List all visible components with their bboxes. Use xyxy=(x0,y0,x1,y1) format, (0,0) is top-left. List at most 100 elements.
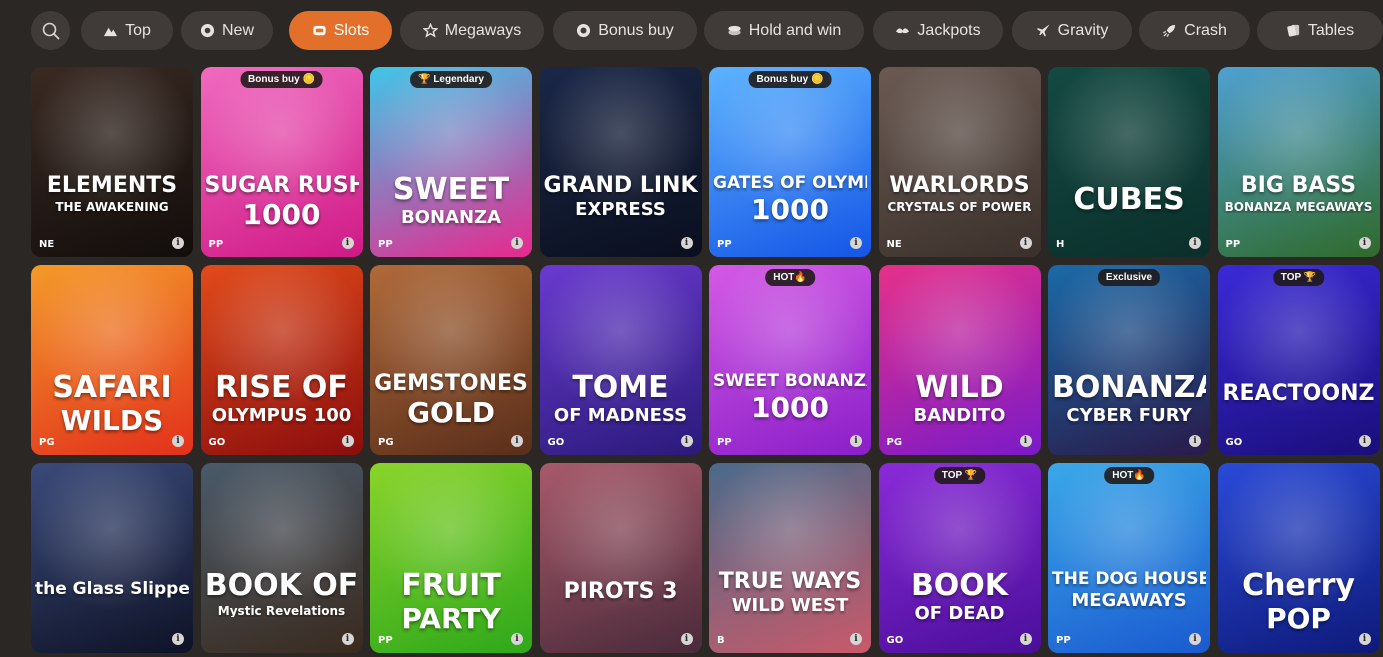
tab-gravity[interactable]: Gravity xyxy=(1012,11,1132,50)
tab-crash[interactable]: Crash xyxy=(1139,11,1250,50)
info-icon[interactable]: i xyxy=(850,633,862,645)
provider-logo: PP xyxy=(1056,635,1071,646)
info-icon[interactable]: i xyxy=(341,435,354,447)
cards-icon xyxy=(1286,23,1301,38)
info-icon[interactable]: i xyxy=(680,237,693,249)
tab-new[interactable]: New xyxy=(181,11,273,50)
game-artwork xyxy=(200,265,363,455)
game-tile[interactable]: BIG BASS BONANZA MEGAWAYS PP i xyxy=(1217,67,1380,257)
game-artwork xyxy=(878,67,1041,257)
info-icon[interactable]: i xyxy=(1358,237,1371,249)
tab-label: Gravity xyxy=(1057,21,1109,39)
game-tile[interactable]: TOME OF MADNESS GO i xyxy=(539,265,702,455)
provider-logo: B xyxy=(717,635,725,646)
tab-tables[interactable]: Tables xyxy=(1257,11,1383,50)
game-title: SWEET BONANZA xyxy=(713,373,867,390)
game-artwork xyxy=(709,67,871,257)
game-subtitle: MEGAWAYS xyxy=(1071,592,1187,610)
game-title: BOOK OF xyxy=(204,571,359,601)
info-icon[interactable]: i xyxy=(680,435,693,447)
game-title: CUBES xyxy=(1073,185,1185,215)
game-tile[interactable]: WARLORDS CRYSTALS OF POWER NE i xyxy=(878,67,1041,257)
game-badge: TOP 🏆 xyxy=(933,467,986,484)
info-icon[interactable]: i xyxy=(511,633,523,645)
tab-top[interactable]: Top xyxy=(81,11,173,50)
info-icon[interactable]: i xyxy=(1358,633,1371,645)
game-tile[interactable]: BOOK OF Mystic Revelations i xyxy=(200,463,363,653)
provider-logo: PG xyxy=(39,437,55,448)
rocket-icon xyxy=(1162,23,1177,38)
money-wings-icon xyxy=(895,23,910,38)
game-title: PIROTS 3 xyxy=(563,581,678,603)
game-tile[interactable]: GATES OF OLYMPUS 1000 Bonus buy 🪙 PP i xyxy=(709,67,871,257)
game-tile[interactable]: THE DOG HOUSE MEGAWAYS HOT🔥 PP i xyxy=(1048,463,1210,653)
provider-logo: NE xyxy=(39,239,55,250)
game-tile[interactable]: BONANZA CYBER FURY Exclusive i xyxy=(1048,265,1210,455)
info-icon[interactable]: i xyxy=(511,237,523,249)
game-title: GEMSTONES xyxy=(374,373,528,395)
info-icon[interactable]: i xyxy=(1189,237,1201,249)
coin-icon xyxy=(576,23,591,38)
tab-jackpots[interactable]: Jackpots xyxy=(873,11,1003,50)
info-icon[interactable]: i xyxy=(1019,435,1032,447)
info-icon[interactable]: i xyxy=(341,237,354,249)
game-tile[interactable]: PIROTS 3 i xyxy=(539,463,702,653)
game-tile[interactable]: GRAND LINK EXPRESS i xyxy=(539,67,702,257)
info-icon[interactable]: i xyxy=(680,633,693,645)
info-icon[interactable]: i xyxy=(850,237,862,249)
game-tile[interactable]: SWEET BONANZA 🏆 Legendary PP i xyxy=(370,67,532,257)
tab-label: Megaways xyxy=(444,21,522,39)
game-title: REACTOONZ xyxy=(1222,383,1375,405)
game-title: SWEET xyxy=(392,175,510,205)
game-tile[interactable]: ELEMENTS THE AWAKENING NE i xyxy=(31,67,193,257)
game-tile[interactable]: SAFARI WILDS PG i xyxy=(31,265,193,455)
info-icon[interactable]: i xyxy=(1189,633,1201,645)
info-icon[interactable]: i xyxy=(1358,435,1371,447)
provider-logo: PP xyxy=(717,437,732,448)
game-subtitle: 1000 xyxy=(751,394,829,422)
info-icon[interactable]: i xyxy=(341,633,354,645)
provider-logo: NE xyxy=(886,239,902,250)
info-icon[interactable]: i xyxy=(172,237,184,249)
tab-bonus-buy[interactable]: Bonus buy xyxy=(553,11,697,50)
game-title: WILD xyxy=(915,373,1004,403)
search-button[interactable] xyxy=(31,11,70,50)
game-tile[interactable]: TRUE WAYS WILD WEST Bi xyxy=(709,463,871,653)
game-tile[interactable]: RISE OF OLYMPUS 100 GO i xyxy=(200,265,363,455)
game-tile[interactable]: Cherry POP i xyxy=(1217,463,1380,653)
info-icon[interactable]: i xyxy=(1019,633,1032,645)
game-artwork xyxy=(31,67,193,257)
provider-logo: PG xyxy=(886,437,903,448)
info-icon[interactable]: i xyxy=(511,435,523,447)
info-icon[interactable]: i xyxy=(172,633,184,645)
game-subtitle: WILDS xyxy=(60,407,164,435)
game-title: WARLORDS xyxy=(889,175,1030,197)
provider-logo: PP xyxy=(1225,239,1241,250)
game-title: the Glass Slipper xyxy=(35,581,189,598)
coins-stack-icon xyxy=(727,23,742,38)
game-tile[interactable]: the Glass Slipper i xyxy=(31,463,193,653)
info-icon[interactable]: i xyxy=(172,435,184,447)
game-title: ELEMENTS xyxy=(46,175,178,197)
game-tile[interactable]: CUBES Hi xyxy=(1048,67,1210,257)
info-icon[interactable]: i xyxy=(850,435,862,447)
game-title: Cherry xyxy=(1242,571,1355,601)
info-icon[interactable]: i xyxy=(1019,237,1032,249)
game-tile[interactable]: REACTOONZ TOP 🏆 GO i xyxy=(1217,265,1380,455)
provider-logo: GO xyxy=(1225,437,1243,448)
info-icon[interactable]: i xyxy=(1189,435,1201,447)
game-tile[interactable]: GEMSTONES GOLD PG i xyxy=(370,265,532,455)
tab-slots[interactable]: Slots xyxy=(289,11,392,50)
game-artwork xyxy=(709,463,871,653)
provider-logo: PP xyxy=(378,239,393,250)
game-tile[interactable]: WILD BANDITO PG i xyxy=(878,265,1041,455)
slot-machine-icon xyxy=(312,23,327,38)
tab-hold-and-win[interactable]: Hold and win xyxy=(704,11,864,50)
tab-megaways[interactable]: Megaways xyxy=(400,11,544,50)
game-subtitle: POP xyxy=(1266,605,1331,633)
game-tile[interactable]: SWEET BONANZA 1000 HOT🔥 PP i xyxy=(709,265,871,455)
game-tile[interactable]: BOOK OF DEAD TOP 🏆 GO i xyxy=(878,463,1041,653)
tab-label: Crash xyxy=(1184,21,1227,39)
game-tile[interactable]: FRUIT PARTY PP i xyxy=(370,463,532,653)
game-tile[interactable]: SUGAR RUSH 1000 Bonus buy 🪙 PP i xyxy=(200,67,363,257)
